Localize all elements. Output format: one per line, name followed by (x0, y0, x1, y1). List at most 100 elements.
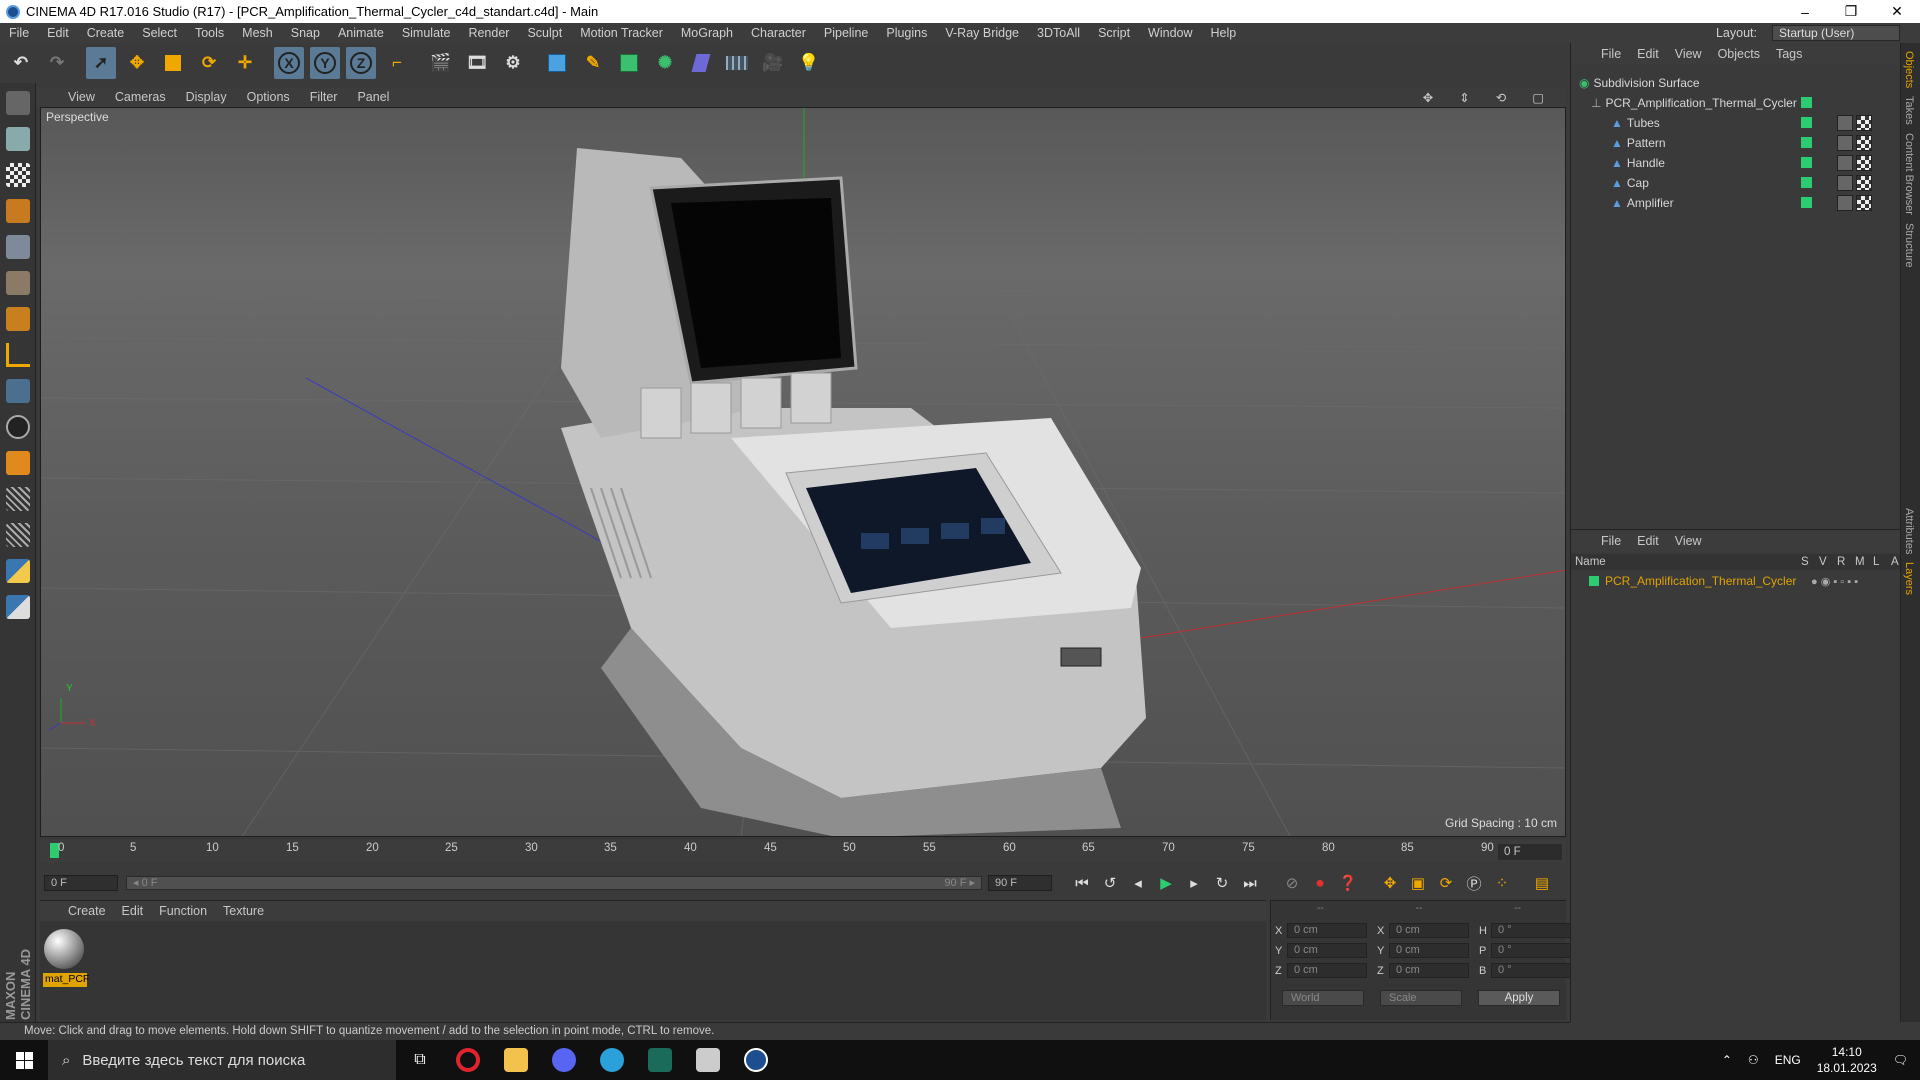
menu-character[interactable]: Character (742, 26, 815, 40)
tab-structure[interactable]: Structure (1903, 223, 1915, 268)
viewport-menu-options[interactable]: Options (237, 90, 300, 104)
menu-pipeline[interactable]: Pipeline (815, 26, 877, 40)
size-x-field[interactable]: 0 cm (1389, 923, 1469, 938)
end-frame-field[interactable]: 90 F (988, 875, 1052, 891)
menu-script[interactable]: Script (1089, 26, 1139, 40)
apply-button[interactable]: Apply (1478, 990, 1560, 1006)
material-menu-edit[interactable]: Edit (114, 904, 152, 918)
goto-end-button[interactable]: ⏭ (1238, 871, 1262, 895)
layer-color-swatch[interactable] (1589, 576, 1599, 586)
start-button[interactable] (0, 1040, 48, 1080)
tab-layers[interactable]: Layers (1903, 562, 1915, 595)
polygons-mode-button[interactable] (2, 303, 34, 335)
add-subdivision-button[interactable] (614, 47, 644, 79)
snap-button[interactable] (2, 447, 34, 479)
telegram-app[interactable] (588, 1040, 636, 1080)
discord-app[interactable] (540, 1040, 588, 1080)
notifications-icon[interactable]: 🗨 (1893, 1053, 1908, 1067)
layer-name[interactable]: PCR_Amplification_Thermal_Cycler (1605, 574, 1811, 588)
edges-mode-button[interactable] (2, 267, 34, 299)
close-button[interactable]: ✕ (1874, 3, 1920, 20)
show-hidden-icons-icon[interactable]: ⌃ (1722, 1053, 1732, 1067)
menu-select[interactable]: Select (133, 26, 186, 40)
zoom-icon[interactable]: ⇕ (1449, 90, 1479, 105)
viewport-menu-panel[interactable]: Panel (347, 90, 399, 104)
points-mode-button[interactable] (2, 231, 34, 263)
object-row[interactable]: ▲ Pattern (1571, 133, 1901, 152)
network-icon[interactable]: ⚇ (1748, 1053, 1759, 1067)
object-row[interactable]: ▲ Handle (1571, 153, 1901, 172)
scale-mode-dropdown[interactable]: Scale (1380, 990, 1462, 1006)
coordinate-space-dropdown[interactable]: World (1282, 990, 1364, 1006)
maximize-button[interactable]: ❐ (1828, 3, 1874, 20)
texture-tag-icon[interactable] (1856, 134, 1872, 151)
python-script-button[interactable] (2, 555, 34, 587)
key-position-button[interactable]: ✥ (1378, 871, 1402, 895)
menu-render[interactable]: Render (459, 26, 518, 40)
om-menu-edit[interactable]: Edit (1629, 47, 1667, 61)
texture-tag-icon[interactable] (1856, 194, 1872, 211)
move-tool-button[interactable]: ✥ (122, 47, 152, 79)
select-tool-button[interactable]: ➚ (86, 47, 116, 79)
language-indicator[interactable]: ENG (1775, 1053, 1801, 1067)
position-z-field[interactable]: 0 cm (1287, 963, 1367, 978)
live-select-button[interactable]: ✛ (230, 47, 260, 79)
add-deformer-button[interactable] (686, 47, 716, 79)
solo-button[interactable] (2, 411, 34, 443)
viewport-menu-cameras[interactable]: Cameras (105, 90, 176, 104)
menu-create[interactable]: Create (78, 26, 134, 40)
rotation-p-field[interactable]: 0 ° (1491, 943, 1571, 958)
position-y-field[interactable]: 0 cm (1287, 943, 1367, 958)
menu-file[interactable]: File (0, 26, 38, 40)
tab-objects[interactable]: Objects (1903, 51, 1915, 88)
menu-motion-tracker[interactable]: Motion Tracker (571, 26, 672, 40)
render-picture-viewer-button[interactable]: 🎞 (462, 47, 492, 79)
lm-menu-file[interactable]: File (1593, 534, 1629, 548)
make-editable-button[interactable] (2, 87, 34, 119)
pan-icon[interactable]: ✥ (1413, 90, 1443, 105)
size-z-field[interactable]: 0 cm (1389, 963, 1469, 978)
next-key-button[interactable]: ↻ (1210, 871, 1234, 895)
axis-mode-button[interactable] (2, 339, 34, 371)
menu-simulate[interactable]: Simulate (393, 26, 460, 40)
material-tag-icon[interactable] (1837, 174, 1853, 191)
material-name[interactable]: mat_PCF (43, 973, 89, 987)
menu-help[interactable]: Help (1202, 26, 1246, 40)
object-row[interactable]: ◉ Subdivision Surface (1571, 73, 1901, 92)
layer-toggle-icons[interactable]: ● ◉ ▪ ▫ ▪ ▪ (1811, 575, 1858, 588)
key-parameter-button[interactable]: Ⓟ (1462, 871, 1486, 895)
add-light-button[interactable]: 💡 (794, 47, 824, 79)
rotate-tool-button[interactable]: ⟳ (194, 47, 224, 79)
y-axis-button[interactable]: Y (310, 47, 340, 79)
add-array-button[interactable]: ✺ (650, 47, 680, 79)
add-spline-button[interactable]: ✎ (578, 47, 608, 79)
scale-tool-button[interactable] (158, 47, 188, 79)
lock-workplane-button[interactable] (2, 483, 34, 515)
add-camera-button[interactable]: 🎥 (758, 47, 788, 79)
om-menu-tags[interactable]: Tags (1768, 47, 1810, 61)
model-mode-button[interactable] (2, 123, 34, 155)
notepad-app[interactable] (684, 1040, 732, 1080)
texture-tag-icon[interactable] (1856, 174, 1872, 191)
frame-range-slider[interactable]: ◂ 0 F 90 F ▸ (126, 876, 982, 890)
menu-mograph[interactable]: MoGraph (672, 26, 742, 40)
undo-button[interactable]: ↶ (6, 47, 36, 79)
key-selection-button[interactable]: ⊘ (1280, 871, 1304, 895)
tab-content-browser[interactable]: Content Browser (1903, 133, 1915, 215)
material-menu-function[interactable]: Function (151, 904, 215, 918)
material-tag-icon[interactable] (1837, 134, 1853, 151)
layer-row[interactable]: PCR_Amplification_Thermal_Cycler ● ◉ ▪ ▫… (1571, 572, 1901, 590)
key-rotation-button[interactable]: ⟳ (1434, 871, 1458, 895)
menu-sculpt[interactable]: Sculpt (518, 26, 571, 40)
add-floor-button[interactable] (722, 47, 752, 79)
coordinate-system-button[interactable]: ⌐ (382, 47, 412, 79)
workplane-button[interactable] (2, 195, 34, 227)
object-row[interactable]: ▲ Amplifier (1571, 193, 1901, 212)
om-menu-view[interactable]: View (1667, 47, 1710, 61)
redo-button[interactable]: ↷ (42, 47, 72, 79)
clock[interactable]: 14:10 18.01.2023 (1817, 1044, 1877, 1076)
next-frame-button[interactable]: ▸ (1182, 871, 1206, 895)
current-frame-field[interactable]: 0 F (1498, 844, 1562, 860)
autokey-button[interactable]: ❓ (1336, 871, 1360, 895)
tab-attributes[interactable]: Attributes (1903, 508, 1915, 554)
